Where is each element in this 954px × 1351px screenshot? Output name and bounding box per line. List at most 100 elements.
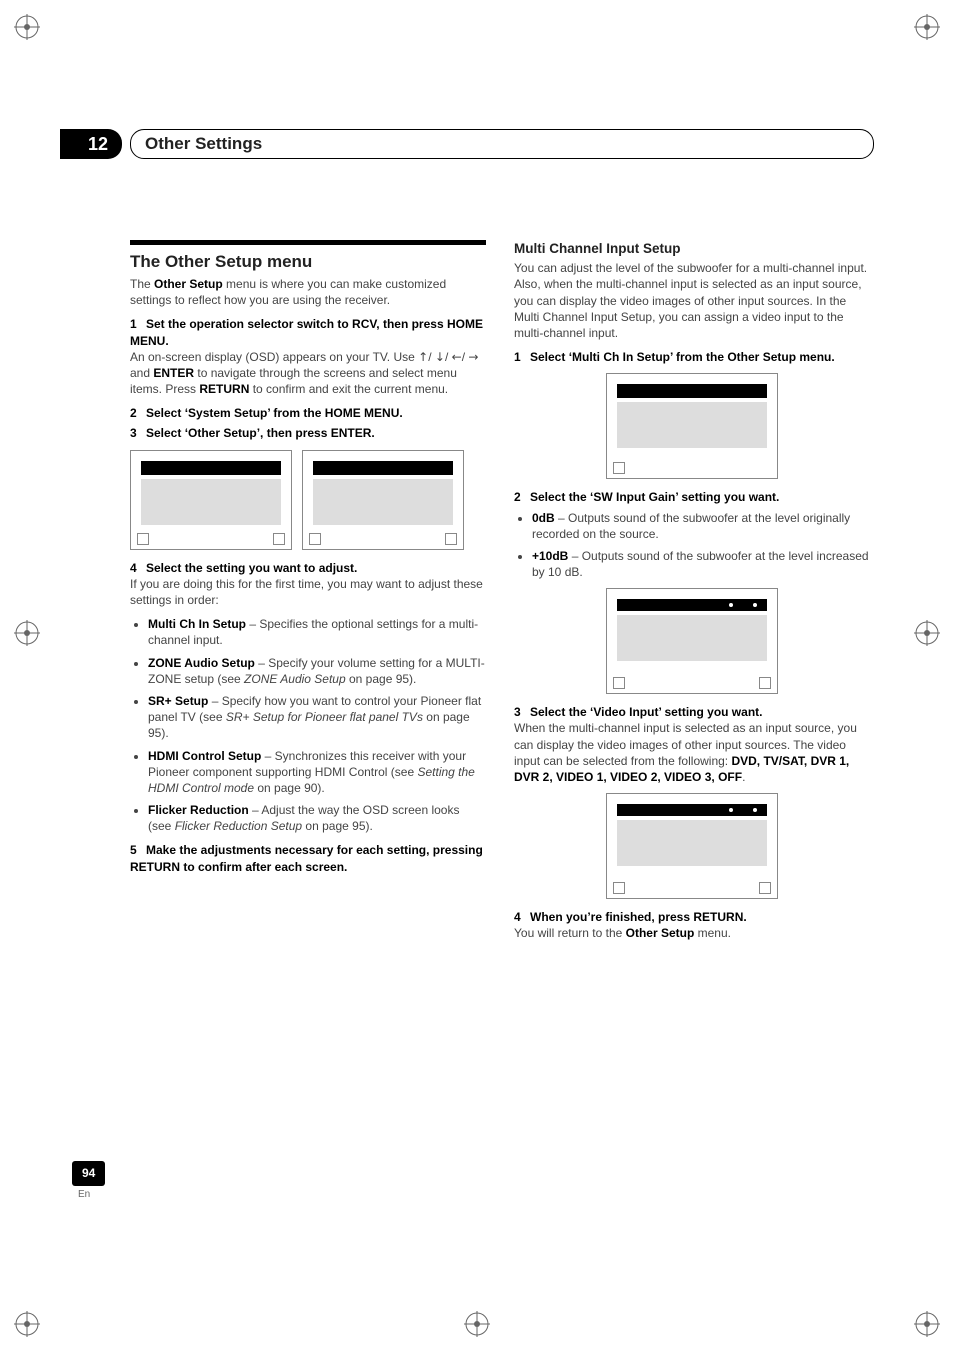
up-arrow-icon: ↑	[418, 349, 428, 365]
osd-corner-icon	[309, 533, 321, 545]
step-label: Select the setting you want to adjust.	[146, 561, 357, 575]
list-item: SR+ Setup – Specify how you want to cont…	[148, 693, 486, 742]
osd-corner-icon	[445, 533, 457, 545]
page-language: En	[72, 1188, 105, 1202]
text: on page 95).	[302, 819, 373, 833]
text: 0dB	[532, 511, 555, 525]
step-5: 5Make the adjustments necessary for each…	[130, 842, 486, 874]
text: An on-screen display (OSD) appears on yo…	[130, 350, 418, 364]
step-label: Select ‘System Setup’ from the HOME MENU…	[146, 406, 403, 420]
section-heading: The Other Setup menu	[130, 251, 486, 274]
step-label: Select ‘Other Setup’, then press ENTER.	[146, 426, 375, 440]
text: You will return to the	[514, 926, 626, 940]
text: ENTER	[153, 366, 194, 380]
r-step-4: 4When you’re finished, press RETURN.	[514, 909, 870, 925]
text: Multi Ch In Setup	[148, 617, 246, 631]
r-step-3: 3Select the ‘Video Input’ setting you wa…	[514, 704, 870, 720]
registration-mark-icon	[464, 1311, 490, 1337]
step-label: Select the ‘SW Input Gain’ setting you w…	[530, 490, 779, 504]
text: on page 90).	[254, 781, 325, 795]
down-arrow-icon: ↓	[435, 349, 445, 365]
step-label: Select the ‘Video Input’ setting you wan…	[530, 705, 762, 719]
subsection-heading: Multi Channel Input Setup	[514, 240, 870, 258]
text: SR+ Setup for Pioneer flat panel TVs	[226, 710, 423, 724]
registration-mark-icon	[914, 1311, 940, 1337]
text: RETURN	[199, 382, 249, 396]
osd-panel	[606, 793, 778, 899]
text: The	[130, 277, 154, 291]
osd-screens	[130, 450, 486, 550]
osd-panel	[130, 450, 292, 550]
right-column: Multi Channel Input Setup You can adjust…	[514, 240, 870, 950]
step-label: When you’re finished, press RETURN.	[530, 910, 747, 924]
osd-corner-icon	[613, 462, 625, 474]
list-item: HDMI Control Setup – Synchronizes this r…	[148, 748, 486, 797]
sw-gain-list: 0dB – Outputs sound of the subwoofer at …	[532, 510, 870, 581]
step-3: 3Select ‘Other Setup’, then press ENTER.	[130, 425, 486, 441]
intro-paragraph: The Other Setup menu is where you can ma…	[130, 276, 486, 308]
text: SR+ Setup	[148, 694, 208, 708]
step-label: Set the operation selector switch to RCV…	[130, 317, 483, 347]
step-1: 1Set the operation selector switch to RC…	[130, 316, 486, 348]
list-item: 0dB – Outputs sound of the subwoofer at …	[532, 510, 870, 542]
text: Other Setup	[154, 277, 223, 291]
video-input-body: When the multi-channel input is selected…	[514, 720, 870, 785]
text: Other Setup	[626, 926, 695, 940]
step-4-body: If you are doing this for the first time…	[130, 576, 486, 608]
left-column: The Other Setup menu The Other Setup men…	[130, 240, 486, 950]
settings-list: Multi Ch In Setup – Specifies the option…	[148, 616, 486, 834]
osd-corner-icon	[759, 882, 771, 894]
step-1-body: An on-screen display (OSD) appears on yo…	[130, 349, 486, 398]
text: menu.	[694, 926, 731, 940]
list-item: ZONE Audio Setup – Specify your volume s…	[148, 655, 486, 687]
osd-corner-icon	[137, 533, 149, 545]
r-step-4-body: You will return to the Other Setup menu.	[514, 925, 870, 941]
registration-mark-icon	[14, 1311, 40, 1337]
step-4: 4Select the setting you want to adjust.	[130, 560, 486, 576]
text: – Outputs sound of the subwoofer at the …	[532, 549, 869, 579]
list-item: Multi Ch In Setup – Specifies the option…	[148, 616, 486, 648]
registration-mark-icon	[14, 620, 40, 646]
manual-page: 12 Other Settings The Other Setup menu T…	[0, 0, 954, 1351]
intro-paragraph: You can adjust the level of the subwoofe…	[514, 260, 870, 341]
section-rule	[130, 240, 486, 245]
osd-panel	[606, 588, 778, 694]
text: /	[445, 350, 448, 364]
text: to confirm and exit the current menu.	[249, 382, 448, 396]
text: /	[428, 350, 431, 364]
text: on page 95).	[346, 672, 417, 686]
osd-panel	[302, 450, 464, 550]
osd-panel	[606, 373, 778, 479]
chapter-header: 12 Other Settings	[60, 130, 874, 158]
registration-mark-icon	[914, 14, 940, 40]
page-number: 94	[72, 1161, 105, 1185]
text: and	[130, 366, 153, 380]
text: – Outputs sound of the subwoofer at the …	[532, 511, 850, 541]
osd-corner-icon	[759, 677, 771, 689]
text: Flicker Reduction	[148, 803, 249, 817]
osd-corner-icon	[613, 677, 625, 689]
step-label: Select ‘Multi Ch In Setup’ from the Othe…	[530, 350, 835, 364]
osd-corner-icon	[273, 533, 285, 545]
list-item: +10dB – Outputs sound of the subwoofer a…	[532, 548, 870, 580]
right-arrow-icon: →	[468, 349, 478, 365]
text: ZONE Audio Setup	[244, 672, 346, 686]
text: /	[462, 350, 465, 364]
r-step-1: 1Select ‘Multi Ch In Setup’ from the Oth…	[514, 349, 870, 365]
r-step-2: 2Select the ‘SW Input Gain’ setting you …	[514, 489, 870, 505]
chapter-title: Other Settings	[130, 129, 874, 160]
registration-mark-icon	[914, 620, 940, 646]
registration-mark-icon	[14, 14, 40, 40]
text: ZONE Audio Setup	[148, 656, 255, 670]
osd-corner-icon	[613, 882, 625, 894]
chapter-number: 12	[60, 129, 122, 159]
text: .	[742, 770, 745, 784]
page-footer: 94 En	[72, 1161, 105, 1201]
step-2: 2Select ‘System Setup’ from the HOME MEN…	[130, 405, 486, 421]
text: +10dB	[532, 549, 568, 563]
text: HDMI Control Setup	[148, 749, 261, 763]
text: Flicker Reduction Setup	[175, 819, 302, 833]
left-arrow-icon: ←	[452, 349, 462, 365]
list-item: Flicker Reduction – Adjust the way the O…	[148, 802, 486, 834]
step-label: Make the adjustments necessary for each …	[130, 843, 483, 873]
